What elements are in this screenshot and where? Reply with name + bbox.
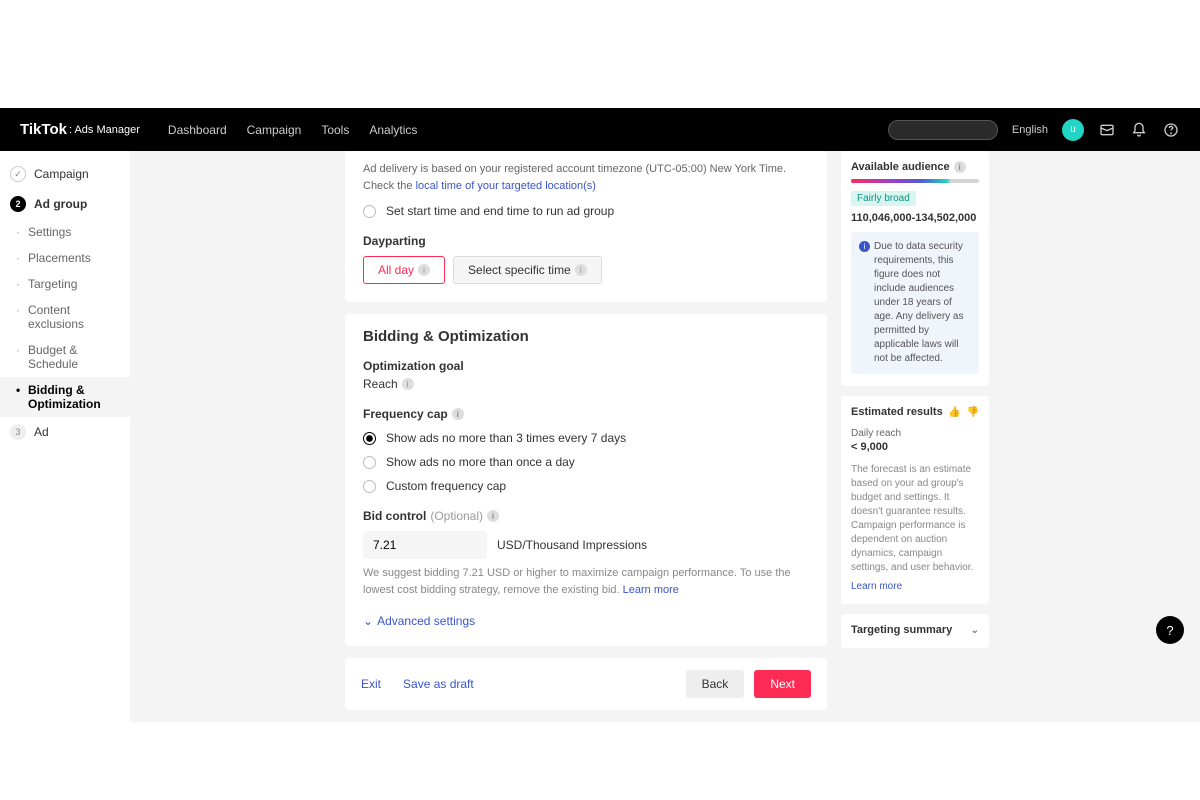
thumbs-up-icon[interactable]: 👍 bbox=[948, 407, 960, 418]
help-icon[interactable] bbox=[1162, 121, 1180, 139]
option-label: Custom frequency cap bbox=[386, 479, 506, 493]
optimization-goal-label: Optimization goal bbox=[363, 359, 809, 373]
check-icon: ✓ bbox=[10, 166, 26, 182]
logo: TikTok bbox=[20, 121, 67, 138]
option-label: Show ads no more than once a day bbox=[386, 455, 575, 469]
info-icon: i bbox=[402, 378, 414, 390]
radio-icon bbox=[363, 432, 376, 445]
freq-option-3x7[interactable]: Show ads no more than 3 times every 7 da… bbox=[363, 431, 809, 445]
frequency-cap-label: Frequency capi bbox=[363, 407, 809, 421]
advanced-settings-toggle[interactable]: ⌄ Advanced settings bbox=[363, 614, 475, 628]
learn-more-link[interactable]: Learn more bbox=[851, 581, 979, 592]
schedule-start-end-option[interactable]: Set start time and end time to run ad gr… bbox=[363, 204, 809, 218]
dayparting-label: Dayparting bbox=[363, 234, 809, 248]
language-selector[interactable]: English bbox=[1012, 124, 1048, 136]
exit-link[interactable]: Exit bbox=[361, 677, 381, 691]
freq-option-custom[interactable]: Custom frequency cap bbox=[363, 479, 809, 493]
timezone-note: Ad delivery is based on your registered … bbox=[363, 161, 809, 194]
option-label: Set start time and end time to run ad gr… bbox=[386, 204, 614, 218]
sidebar: ✓ Campaign 2 Ad group Settings Placement… bbox=[0, 151, 130, 722]
nav-campaign[interactable]: Campaign bbox=[247, 123, 302, 137]
sidebar-item-budget-schedule[interactable]: Budget & Schedule bbox=[0, 337, 130, 377]
step-label: Ad bbox=[34, 425, 49, 439]
sidebar-item-bidding-optimization[interactable]: Bidding & Optimization bbox=[0, 377, 130, 417]
estimated-results-card: Estimated results 👍 👎 Daily reach < 9,00… bbox=[841, 396, 989, 604]
thumbs-down-icon[interactable]: 👎 bbox=[967, 407, 979, 418]
step-number-icon: 3 bbox=[10, 424, 26, 440]
dayparting-select-time[interactable]: Select specific timei bbox=[453, 256, 602, 284]
forecast-note: The forecast is an estimate based on you… bbox=[851, 463, 979, 575]
bid-amount-input[interactable] bbox=[363, 531, 487, 559]
step-number-icon: 2 bbox=[10, 196, 26, 212]
available-audience-card: Available audiencei Fairly broad 110,046… bbox=[841, 151, 989, 386]
option-label: Show ads no more than 3 times every 7 da… bbox=[386, 431, 626, 445]
info-icon: i bbox=[452, 408, 464, 420]
nav-tools[interactable]: Tools bbox=[321, 123, 349, 137]
back-button[interactable]: Back bbox=[686, 670, 745, 698]
info-icon: i bbox=[954, 161, 966, 173]
save-draft-link[interactable]: Save as draft bbox=[403, 677, 474, 691]
logo-subtitle: : Ads Manager bbox=[69, 124, 140, 136]
bell-icon[interactable] bbox=[1130, 121, 1148, 139]
optimization-goal-value: Reachi bbox=[363, 377, 809, 391]
card-title: Estimated results 👍 👎 bbox=[851, 406, 979, 418]
dayparting-all-day[interactable]: All dayi bbox=[363, 256, 445, 284]
bidding-card: Bidding & Optimization Optimization goal… bbox=[345, 314, 827, 646]
local-time-link[interactable]: local time of your targeted location(s) bbox=[416, 180, 596, 192]
help-fab[interactable]: ? bbox=[1156, 616, 1184, 644]
breadth-badge: Fairly broad bbox=[851, 191, 916, 206]
audience-note: i Due to data security requirements, thi… bbox=[851, 232, 979, 374]
step-campaign[interactable]: ✓ Campaign bbox=[0, 159, 130, 189]
chevron-down-icon: ⌄ bbox=[971, 625, 979, 636]
step-label: Ad group bbox=[34, 197, 87, 211]
footer-bar: Exit Save as draft Back Next bbox=[345, 658, 827, 710]
step-label: Campaign bbox=[34, 167, 89, 181]
nav-dashboard[interactable]: Dashboard bbox=[168, 123, 227, 137]
inbox-icon[interactable] bbox=[1098, 121, 1116, 139]
card-title: Targeting summary bbox=[851, 624, 952, 636]
info-icon: i bbox=[487, 510, 499, 522]
radio-icon bbox=[363, 205, 376, 218]
sidebar-item-settings[interactable]: Settings bbox=[0, 219, 130, 245]
nav-analytics[interactable]: Analytics bbox=[369, 123, 417, 137]
info-icon: i bbox=[418, 264, 430, 276]
audience-breadth-bar bbox=[851, 179, 979, 183]
daily-reach-value: < 9,000 bbox=[851, 441, 979, 453]
schedule-card: Ad delivery is based on your registered … bbox=[345, 151, 827, 302]
chevron-down-icon: ⌄ bbox=[363, 614, 373, 628]
search-input[interactable] bbox=[888, 120, 998, 140]
step-ad[interactable]: 3 Ad bbox=[0, 417, 130, 447]
radio-icon bbox=[363, 456, 376, 469]
topbar: TikTok : Ads Manager Dashboard Campaign … bbox=[0, 108, 1200, 151]
topbar-right: English u bbox=[888, 119, 1180, 141]
next-button[interactable]: Next bbox=[754, 670, 811, 698]
info-icon: i bbox=[859, 241, 870, 252]
sidebar-item-content-exclusions[interactable]: Content exclusions bbox=[0, 297, 130, 337]
bid-unit: USD/Thousand Impressions bbox=[497, 538, 647, 552]
audience-range: 110,046,000-134,502,000 bbox=[851, 212, 979, 224]
bid-suggestion: We suggest bidding 7.21 USD or higher to… bbox=[363, 565, 809, 598]
daily-reach-label: Daily reach bbox=[851, 428, 979, 439]
radio-icon bbox=[363, 480, 376, 493]
step-adgroup[interactable]: 2 Ad group bbox=[0, 189, 130, 219]
bid-control-label: Bid control (Optional) i bbox=[363, 509, 809, 523]
top-nav: Dashboard Campaign Tools Analytics bbox=[168, 123, 417, 137]
info-icon: i bbox=[575, 264, 587, 276]
avatar[interactable]: u bbox=[1062, 119, 1084, 141]
sidebar-item-targeting[interactable]: Targeting bbox=[0, 271, 130, 297]
learn-more-link[interactable]: Learn more bbox=[623, 584, 679, 596]
section-title: Bidding & Optimization bbox=[363, 328, 809, 345]
freq-option-once-day[interactable]: Show ads no more than once a day bbox=[363, 455, 809, 469]
sidebar-item-placements[interactable]: Placements bbox=[0, 245, 130, 271]
targeting-summary-card[interactable]: Targeting summary ⌄ bbox=[841, 614, 989, 648]
card-title: Available audiencei bbox=[851, 161, 979, 173]
